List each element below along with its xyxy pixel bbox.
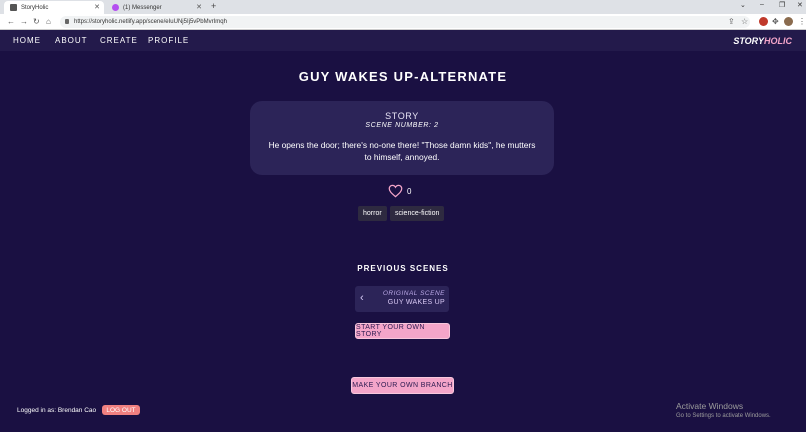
- tag-horror[interactable]: horror: [358, 206, 387, 221]
- like-count: 0: [407, 186, 412, 196]
- reload-icon[interactable]: ↻: [33, 17, 40, 26]
- lock-icon: [65, 19, 69, 24]
- storyholic-favicon-icon: [10, 4, 17, 11]
- make-branch-button[interactable]: MAKE YOUR OWN BRANCH: [351, 377, 454, 394]
- extensions-puzzle-icon[interactable]: ✥: [772, 17, 779, 26]
- tab-search-icon[interactable]: ⌄: [740, 1, 746, 9]
- windows-activation-watermark: Activate Windows Go to Settings to activ…: [676, 401, 771, 419]
- restore-button[interactable]: ❐: [779, 1, 785, 9]
- heart-icon[interactable]: [388, 184, 403, 198]
- tab-storyholic[interactable]: StoryHolic ✕: [4, 1, 104, 14]
- previous-scenes-heading: PREVIOUS SCENES: [357, 264, 449, 273]
- story-card: STORY SCENE NUMBER: 2 He opens the door;…: [250, 101, 554, 175]
- previous-scene-name: GUY WAKES UP: [387, 299, 445, 306]
- back-icon[interactable]: ←: [7, 17, 15, 26]
- like-section: 0: [388, 184, 411, 198]
- storyholic-logo[interactable]: STORYHOLIC: [733, 36, 792, 46]
- tag-science-fiction[interactable]: science-fiction: [390, 206, 445, 221]
- scene-title: GUY WAKES UP-ALTERNATE: [298, 69, 508, 84]
- logged-in-text: Logged in as: Brendan Cao: [17, 407, 97, 414]
- chevron-left-icon: ‹: [360, 292, 364, 304]
- browser-tab-bar: StoryHolic ✕ (1) Messenger ✕ + ⌄ – ❐ ✕: [0, 0, 806, 14]
- url-text: https://storyholic.netlify.app/scene/eIu…: [74, 19, 227, 25]
- address-bar-row: ← → ↻ ⌂ https://storyholic.netlify.app/s…: [0, 14, 806, 30]
- story-label: STORY: [385, 111, 419, 121]
- watermark-line2: Go to Settings to activate Windows.: [676, 413, 771, 419]
- home-icon[interactable]: ⌂: [46, 17, 51, 26]
- menu-kebab-icon[interactable]: ⋮: [798, 17, 806, 26]
- nav-about[interactable]: ABOUT: [55, 36, 88, 45]
- site-navbar: HOME ABOUT CREATE PROFILE STORYHOLIC: [0, 30, 806, 51]
- bookmark-star-icon[interactable]: ☆: [741, 17, 748, 26]
- minimize-button[interactable]: –: [760, 1, 764, 8]
- logout-button[interactable]: LOG OUT: [102, 405, 140, 415]
- nav-profile[interactable]: PROFILE: [148, 36, 189, 45]
- tab-messenger[interactable]: (1) Messenger ✕: [106, 1, 206, 14]
- extension-icon[interactable]: [759, 17, 768, 26]
- scene-number: SCENE NUMBER: 2: [365, 122, 439, 129]
- messenger-favicon-icon: [112, 4, 119, 11]
- forward-icon[interactable]: →: [20, 17, 28, 26]
- new-tab-button[interactable]: +: [211, 1, 216, 11]
- nav-home[interactable]: HOME: [13, 36, 41, 45]
- url-field[interactable]: https://storyholic.netlify.app/scene/eIu…: [60, 16, 750, 28]
- window-close-button[interactable]: ✕: [797, 1, 803, 9]
- nav-create[interactable]: CREATE: [100, 36, 138, 45]
- watermark-line1: Activate Windows: [676, 401, 744, 411]
- previous-scene-card[interactable]: ‹ ORIGINAL SCENE GUY WAKES UP: [355, 286, 449, 312]
- close-icon[interactable]: ✕: [196, 3, 202, 11]
- close-icon[interactable]: ✕: [94, 3, 100, 11]
- tab-title: StoryHolic: [21, 4, 49, 11]
- share-icon[interactable]: ⇪: [728, 17, 735, 26]
- story-text: He opens the door; there's no-one there!…: [268, 140, 536, 162]
- profile-avatar[interactable]: [784, 17, 793, 26]
- start-story-button[interactable]: START YOUR OWN STORY: [355, 323, 450, 339]
- tab-title: (1) Messenger: [123, 4, 162, 11]
- previous-scene-label: ORIGINAL SCENE: [382, 290, 445, 297]
